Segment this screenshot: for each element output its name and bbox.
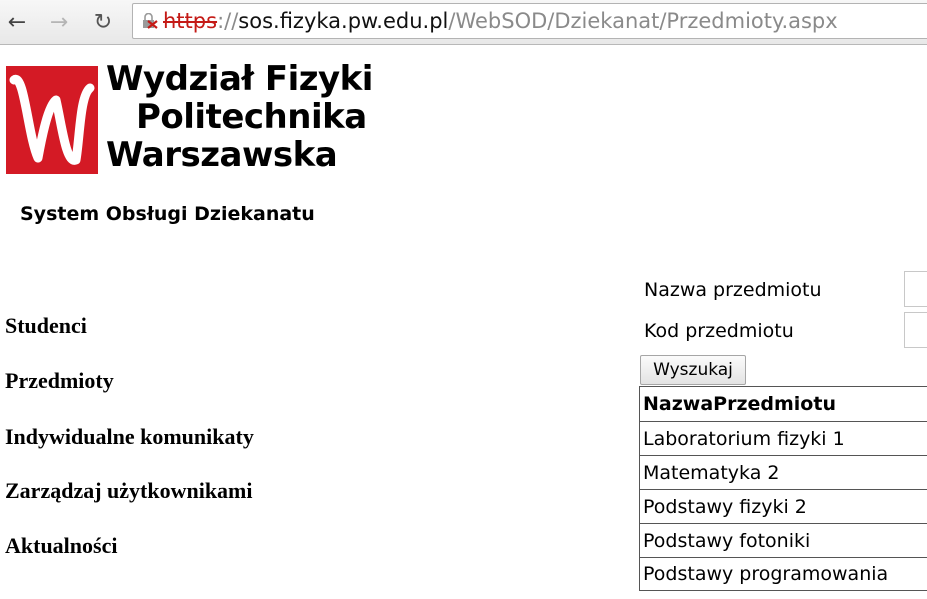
menu-item-aktualnosci[interactable]: Aktualności xyxy=(5,533,117,559)
subject-name-label: Nazwa przedmiotu xyxy=(644,279,822,301)
url-text: https://sos.fizyka.pw.edu.pl/WebSOD/Dzie… xyxy=(163,8,838,34)
url-separator: :// xyxy=(217,9,239,33)
subject-code-label: Kod przedmiotu xyxy=(644,320,794,342)
results-table: NazwaPrzedmiotu Laboratorium fizyki 1 Ma… xyxy=(639,386,927,591)
url-path: /WebSOD/Dziekanat/Przedmioty.aspx xyxy=(448,9,838,33)
table-row[interactable]: Podstawy fotoniki xyxy=(639,523,927,557)
faculty-logo xyxy=(6,66,98,174)
table-row[interactable]: Podstawy programowania xyxy=(639,557,927,591)
faculty-name: Wydział Fizyki Politechnika Warszawska xyxy=(106,60,373,174)
faculty-name-line2: Politechnika xyxy=(136,97,367,137)
faculty-name-line3: Warszawska xyxy=(106,135,338,175)
system-name: System Obsługi Dziekanatu xyxy=(20,203,315,225)
url-host: sos.fizyka.pw.edu.pl xyxy=(238,9,449,33)
search-button[interactable]: Wyszukaj xyxy=(640,355,746,385)
address-bar[interactable]: https://sos.fizyka.pw.edu.pl/WebSOD/Dzie… xyxy=(132,3,927,39)
menu-item-studenci[interactable]: Studenci xyxy=(5,313,87,339)
table-row[interactable]: Laboratorium fizyki 1 xyxy=(639,421,927,455)
browser-toolbar: ← → ↻ https://sos.fizyka.pw.edu.pl/WebSO… xyxy=(0,0,927,45)
menu-item-komunikaty[interactable]: Indywidualne komunikaty xyxy=(5,424,254,450)
results-header: NazwaPrzedmiotu xyxy=(639,386,927,421)
table-row[interactable]: Podstawy fizyki 2 xyxy=(639,489,927,523)
url-scheme: https xyxy=(163,9,218,33)
faculty-name-line1: Wydział Fizyki xyxy=(106,59,373,99)
subject-name-input[interactable] xyxy=(904,271,927,307)
broken-lock-icon[interactable] xyxy=(142,13,158,29)
menu-item-przedmioty[interactable]: Przedmioty xyxy=(5,368,114,394)
back-arrow-icon[interactable]: ← xyxy=(4,9,30,35)
table-row[interactable]: Matematyka 2 xyxy=(639,455,927,489)
reload-icon[interactable]: ↻ xyxy=(90,9,116,35)
menu-item-uzytkownicy[interactable]: Zarządzaj użytkownikami xyxy=(5,478,253,504)
forward-arrow-icon[interactable]: → xyxy=(46,9,72,35)
subject-code-input[interactable] xyxy=(904,312,927,348)
